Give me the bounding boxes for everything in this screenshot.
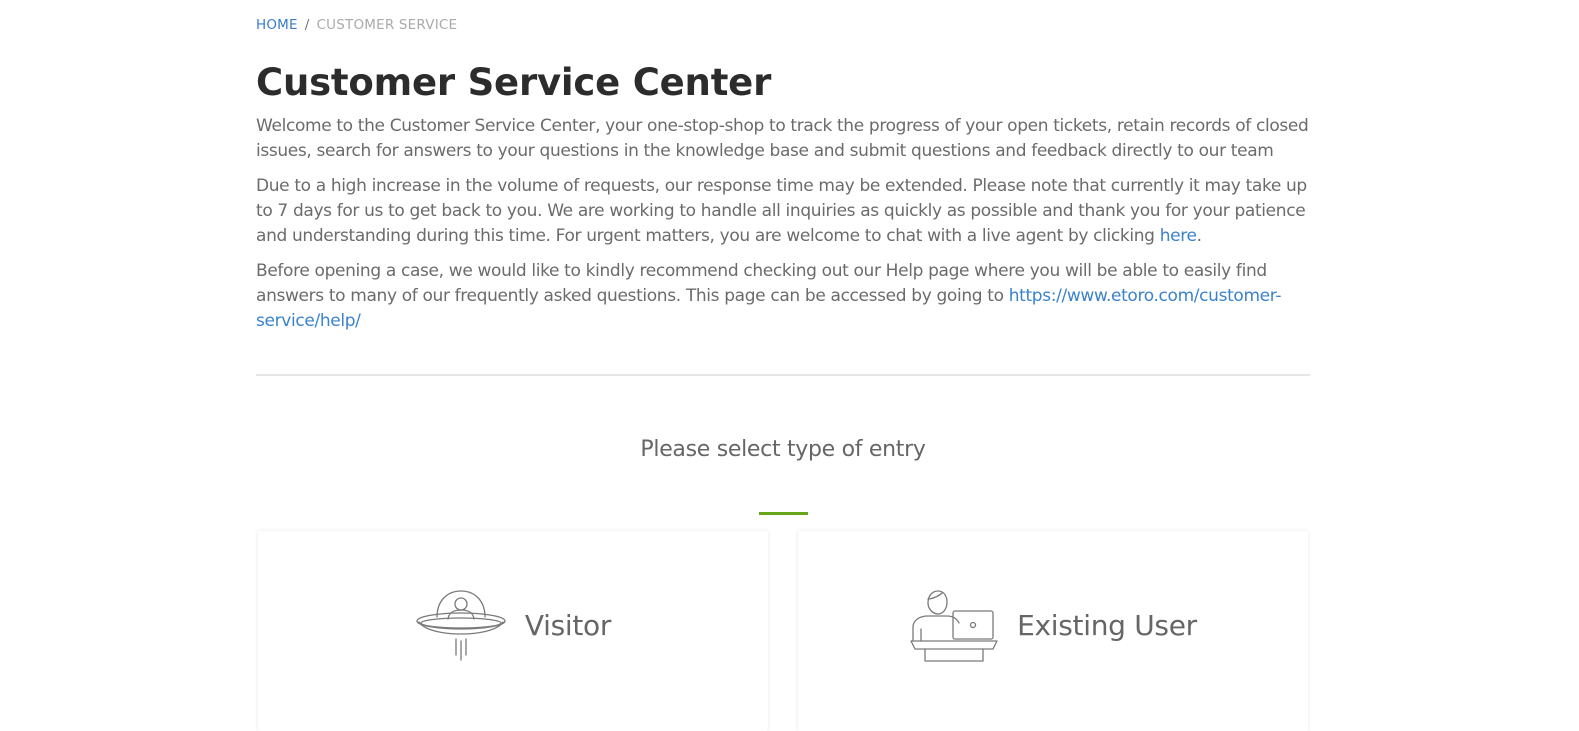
page-title: Customer Service Center: [256, 61, 772, 104]
existing-user-card[interactable]: Existing User: [798, 531, 1308, 731]
notice-end: .: [1196, 226, 1202, 246]
breadcrumb-separator: /: [304, 17, 310, 33]
visitor-card-content: Visitor: [258, 587, 768, 663]
visitor-label: Visitor: [524, 608, 612, 642]
visitor-card[interactable]: Visitor: [258, 531, 768, 731]
intro-paragraph: Welcome to the Customer Service Center, …: [256, 116, 1309, 161]
entry-type-cards: Visitor Existing User: [258, 531, 1310, 731]
notice-text: Due to a high increase in the volume of …: [256, 176, 1307, 246]
heading-accent-line: [758, 512, 808, 515]
existing-user-label: Existing User: [1017, 608, 1197, 642]
user-at-laptop-icon: [909, 587, 999, 663]
section-divider: [256, 374, 1310, 376]
breadcrumb: HOME / CUSTOMER SERVICE: [256, 16, 1310, 34]
entry-type-heading: Please select type of entry: [640, 437, 926, 462]
main-content: HOME / CUSTOMER SERVICE Customer Service C…: [256, 0, 1310, 515]
breadcrumb-home-link[interactable]: HOME: [256, 17, 298, 33]
breadcrumb-current: CUSTOMER SERVICE: [316, 17, 458, 33]
help-paragraph: Before opening a case, we would like to …: [256, 259, 1310, 334]
notice-paragraph: Due to a high increase in the volume of …: [256, 174, 1310, 249]
live-chat-link[interactable]: here: [1160, 226, 1197, 246]
existing-user-card-content: Existing User: [798, 587, 1308, 663]
ufo-astronaut-icon: [415, 587, 507, 663]
